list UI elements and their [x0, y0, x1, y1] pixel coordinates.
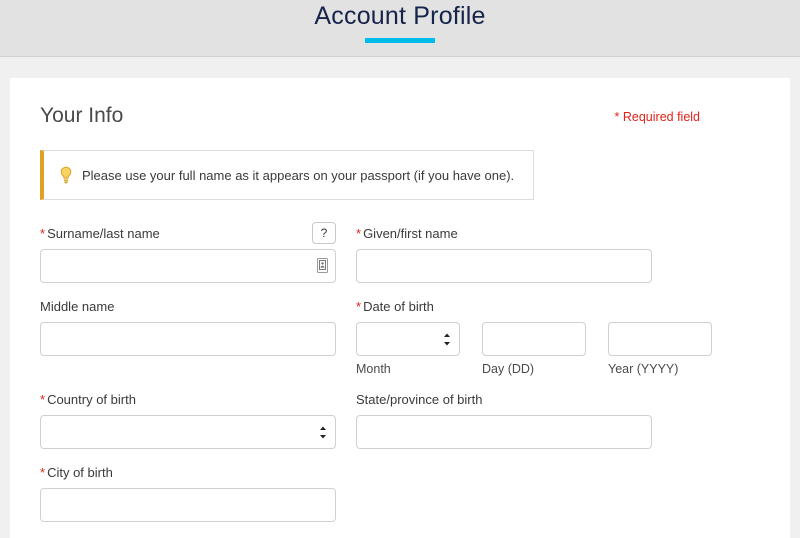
surname-help-button[interactable]: ? [312, 222, 336, 244]
field-group-state-of-birth: State/province of birth [356, 392, 760, 449]
dob-day-input[interactable] [482, 322, 586, 356]
country-of-birth-select-wrap [40, 415, 336, 449]
state-of-birth-input[interactable] [356, 415, 652, 449]
surname-input[interactable] [40, 249, 336, 283]
date-of-birth-label: * Date of birth [356, 299, 760, 315]
field-group-city-spacer [356, 465, 760, 522]
city-of-birth-input[interactable] [40, 488, 336, 522]
country-of-birth-required-marker: * [40, 392, 46, 407]
given-name-label: * Given/first name [356, 226, 760, 242]
field-group-surname: * Surname/last name ? [40, 222, 336, 283]
city-of-birth-label-text: City of birth [47, 465, 113, 480]
dob-year-hint: Year (YYYY) [608, 362, 679, 376]
country-of-birth-label-text: Country of birth [47, 392, 136, 407]
form-row-country-state: * Country of birth State/province of birt… [40, 392, 760, 449]
surname-label: * Surname/last name [40, 226, 336, 242]
state-of-birth-label: State/province of birth [356, 392, 483, 407]
field-group-city-of-birth: * City of birth [40, 465, 336, 522]
dob-month-group: Month [356, 322, 460, 376]
date-of-birth-inputs: Month Day (DD) Year (YYYY) [356, 322, 760, 376]
city-of-birth-label: * City of birth [40, 465, 336, 481]
your-info-form: *Surname/last name ? *Given/first name [40, 222, 760, 522]
dob-day-group: Day (DD) [482, 322, 586, 376]
dob-month-select-wrap [356, 322, 460, 356]
surname-label-text: Surname/last name [47, 226, 160, 241]
form-row-middle-dob: Middle name * Date of birth Month Day (D… [40, 299, 760, 376]
middle-name-input[interactable] [40, 322, 336, 356]
middle-name-label: Middle name [40, 299, 115, 314]
title-underline-accent [365, 38, 435, 43]
surname-input-wrap [40, 249, 336, 283]
your-info-card: Your Info * Required field Please use yo… [10, 78, 790, 538]
date-of-birth-label-text: Date of birth [363, 299, 434, 314]
given-name-required-marker: * [356, 226, 362, 241]
city-of-birth-required-marker: * [40, 465, 46, 480]
required-field-note: * Required field [614, 110, 700, 124]
field-group-middle-name: Middle name [40, 299, 336, 376]
field-group-given-name: * Given/first name [356, 226, 760, 283]
given-name-input[interactable] [356, 249, 652, 283]
field-group-country-of-birth: * Country of birth [40, 392, 336, 449]
passport-name-tip-banner: Please use your full name as it appears … [40, 150, 534, 200]
page-title: Account Profile [314, 2, 486, 30]
card-header: Your Info * Required field [40, 100, 760, 144]
dob-month-hint: Month [356, 362, 391, 376]
dob-year-input[interactable] [608, 322, 712, 356]
form-row-names: * Surname/last name ? * Given/first name [40, 222, 760, 283]
tip-text: Please use your full name as it appears … [82, 167, 515, 183]
surname-required-marker: * [40, 226, 46, 241]
country-of-birth-select[interactable] [40, 415, 336, 449]
page-header: Account Profile [0, 0, 800, 57]
date-of-birth-required-marker: * [356, 299, 362, 314]
country-of-birth-label: * Country of birth [40, 392, 336, 408]
dob-day-hint: Day (DD) [482, 362, 535, 376]
dob-month-select[interactable] [356, 322, 460, 356]
dob-year-group: Year (YYYY) [608, 322, 712, 376]
given-name-label-text: Given/first name [363, 226, 458, 241]
form-row-city: * City of birth [40, 465, 760, 522]
lightbulb-icon [60, 166, 72, 184]
field-group-date-of-birth: * Date of birth Month Day (DD) Year (YYY… [356, 299, 760, 376]
